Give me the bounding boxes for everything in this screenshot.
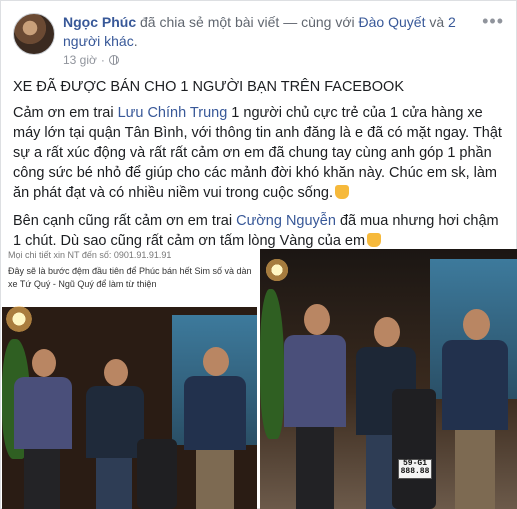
post-title: XE ĐÃ ĐƯỢC BÁN CHO 1 NGƯỜI BẠN TRÊN FACE… [13, 79, 404, 95]
motorbike [392, 389, 436, 509]
mention-cuong-nguyen[interactable]: Cường Nguyễn [236, 213, 336, 229]
timestamp[interactable]: 13 giờ [63, 53, 97, 67]
photo-caption-line-2: Đây sẽ là bước đệm đầu tiên để Phúc bán … [8, 266, 252, 276]
person-right [180, 347, 250, 509]
share-action-text: đã chia sẻ một bài viết — cùng với [136, 14, 359, 30]
author-avatar[interactable] [13, 13, 55, 55]
license-plate: 59-G1 888.88 [398, 459, 432, 479]
author-name[interactable]: Ngọc Phúc [63, 14, 136, 30]
post-content: XE ĐÃ ĐƯỢC BÁN CHO 1 NGƯỜI BẠN TRÊN FACE… [13, 77, 505, 259]
photo-left[interactable]: Mọi chi tiết xin NT đến số: 0901.91.91.9… [2, 249, 257, 509]
street-light [4, 304, 34, 334]
post-header: Ngọc Phúc đã chia sẻ một bài viết — cùng… [63, 13, 483, 51]
post-paragraph-2: Bên cạnh cũng rất cảm ơn em trai Cường N… [13, 213, 499, 249]
person-left [280, 304, 350, 509]
person-left [10, 349, 76, 509]
person-right [438, 309, 512, 509]
photo-grid: Mọi chi tiết xin NT đến số: 0901.91.91.9… [2, 249, 517, 509]
post-paragraph-1: Cảm ơn em trai Lưu Chính Trung 1 người c… [13, 105, 502, 201]
header-end-punct: . [133, 33, 138, 49]
thumbs-up-emoji [335, 185, 350, 199]
photo-right[interactable]: 59-G1 888.88 [260, 249, 517, 509]
shared-post: Ngọc Phúc đã chia sẻ một bài viết — cùng… [0, 0, 517, 509]
motorbike [137, 439, 177, 509]
street-light [264, 257, 290, 283]
post-meta: 13 giờ · [63, 53, 119, 67]
thumbs-up-emoji [367, 233, 382, 247]
mention-luu-chinh-trung[interactable]: Lưu Chính Trung [118, 105, 228, 121]
globe-icon[interactable] [108, 55, 119, 65]
tagged-person[interactable]: Đào Quyết [359, 14, 426, 30]
photo-caption-line-1: Mọi chi tiết xin NT đến số: 0901.91.91.9… [8, 250, 172, 260]
and-text: và [425, 14, 449, 30]
more-options-icon[interactable]: ••• [482, 11, 504, 32]
photo-caption-line-3: xe Tứ Quý - Ngũ Quý để làm từ thiện [8, 279, 157, 289]
